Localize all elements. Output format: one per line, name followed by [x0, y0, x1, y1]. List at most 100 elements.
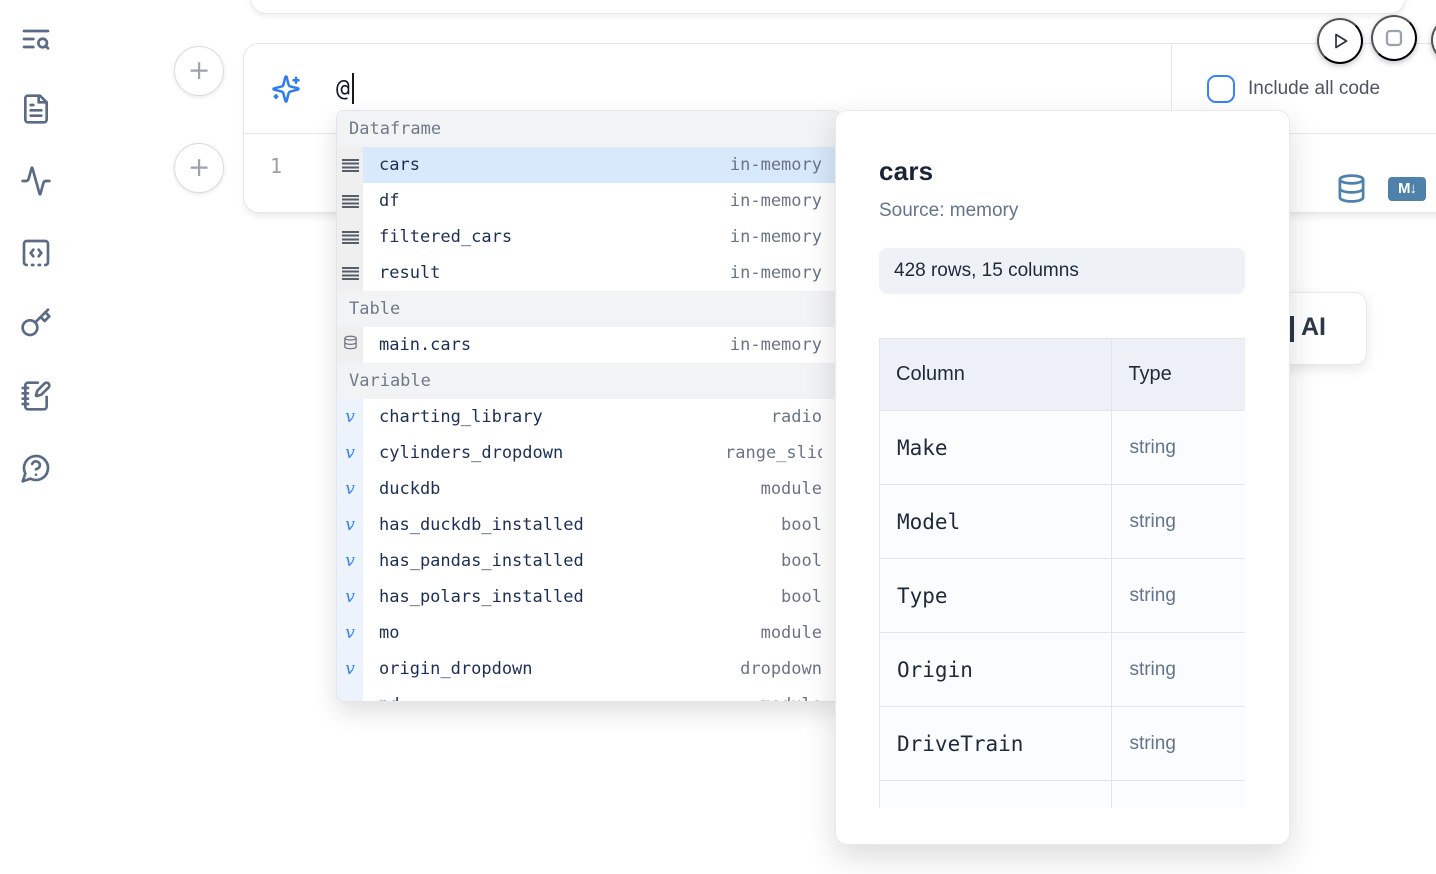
- preview-schema-table: ColumnTypeMakestringModelstringTypestrin…: [879, 338, 1245, 808]
- rows-icon: [342, 195, 359, 208]
- variable-icon: v: [345, 407, 355, 427]
- item-gutter: v: [337, 471, 363, 507]
- item-type: in-memory: [725, 335, 822, 355]
- ai-prompt-input[interactable]: @: [336, 73, 354, 104]
- autocomplete-item[interactable]: vduckdbmodule: [337, 471, 840, 507]
- text-caret: [352, 73, 354, 104]
- datasource-database-icon[interactable]: [1336, 170, 1367, 207]
- schema-row: Modelstring: [880, 485, 1246, 559]
- include-all-code-label: Include all code: [1248, 78, 1380, 100]
- variable-icon: v: [345, 587, 355, 607]
- table-database-icon: [343, 334, 358, 356]
- schema-row-clipped: [880, 781, 1246, 809]
- item-name: result: [379, 263, 440, 283]
- schema-column-name: Make: [880, 411, 1112, 485]
- item-gutter: v: [337, 687, 363, 702]
- schema-column-type: string: [1112, 411, 1245, 485]
- item-name: has_polars_installed: [379, 587, 584, 607]
- item-name: cars: [379, 155, 420, 175]
- item-gutter: v: [337, 615, 363, 651]
- toc-search-icon[interactable]: [20, 23, 52, 55]
- autocomplete-item[interactable]: resultin-memory: [337, 255, 840, 291]
- scratchpad-icon[interactable]: [20, 380, 52, 412]
- item-gutter: v: [337, 435, 363, 471]
- schema-column-name: Model: [880, 485, 1112, 559]
- item-gutter: v: [337, 399, 363, 435]
- preview-shape-badge: 428 rows, 15 columns: [879, 248, 1245, 294]
- item-gutter: v: [337, 507, 363, 543]
- item-type: bool: [725, 551, 822, 571]
- markdown-export-icon[interactable]: M↓: [1388, 177, 1426, 201]
- item-name: has_duckdb_installed: [379, 515, 584, 535]
- schema-column-name: DriveTrain: [880, 707, 1112, 781]
- snippets-code-icon[interactable]: [20, 237, 52, 269]
- autocomplete-item[interactable]: v has_polars_installed bool: [337, 579, 840, 615]
- sidebar: [0, 0, 70, 874]
- schema-row: Typestring: [880, 559, 1246, 633]
- variable-icon: v: [345, 479, 355, 499]
- item-type: module: [725, 695, 822, 702]
- variable-icon: v: [345, 659, 355, 679]
- autocomplete-section-header: Variable: [337, 363, 840, 399]
- autocomplete-item[interactable]: v origin_dropdown dropdown: [337, 651, 840, 687]
- variable-icon: v: [345, 443, 355, 463]
- item-gutter: [337, 255, 363, 291]
- autocomplete-dropdown: Dataframecarsin-memorydfin-memoryfiltere…: [336, 110, 841, 702]
- item-type: dropdown: [725, 659, 822, 679]
- item-type: radio: [725, 407, 822, 427]
- sparkles-icon: [271, 74, 301, 104]
- autocomplete-item[interactable]: cars in-memory: [337, 147, 840, 183]
- item-gutter: [337, 183, 363, 219]
- item-name: charting_library: [379, 407, 543, 427]
- item-type: module: [725, 623, 822, 643]
- item-name: origin_dropdown: [379, 659, 533, 679]
- secrets-key-icon[interactable]: [20, 307, 52, 339]
- item-gutter: [337, 219, 363, 255]
- autocomplete-item[interactable]: main.carsin-memory: [337, 327, 840, 363]
- item-type: in-memory: [725, 191, 822, 211]
- variable-icon: v: [345, 551, 355, 571]
- autocomplete-item[interactable]: df in-memory: [337, 183, 840, 219]
- autocomplete-item[interactable]: vhas_pandas_installedbool: [337, 543, 840, 579]
- item-name: pd: [379, 695, 399, 702]
- line-number: 1: [244, 134, 282, 213]
- dataframe-preview-card: cars Source: memory 428 rows, 15 columns…: [835, 110, 1290, 845]
- variable-icon: v: [345, 623, 355, 643]
- include-all-code-checkbox[interactable]: [1207, 75, 1235, 103]
- variable-icon: v: [345, 515, 355, 535]
- item-gutter: [337, 147, 363, 183]
- autocomplete-item[interactable]: vcylinders_dropdownrange_slider: [337, 435, 840, 471]
- schema-header-cell: Column: [880, 339, 1112, 411]
- schema-column-type: string: [1112, 633, 1245, 707]
- autocomplete-item[interactable]: v charting_library radio: [337, 399, 840, 435]
- add-cell-above-button[interactable]: +: [174, 46, 224, 96]
- help-icon[interactable]: [20, 452, 52, 484]
- autocomplete-item[interactable]: v has_duckdb_installed bool: [337, 507, 840, 543]
- add-cell-below-button[interactable]: +: [174, 143, 224, 193]
- preview-source: Source: memory: [879, 200, 1245, 222]
- autocomplete-item[interactable]: filtered_carsin-memory: [337, 219, 840, 255]
- item-gutter: [337, 327, 363, 363]
- item-gutter: v: [337, 651, 363, 687]
- run-cell-button[interactable]: [1317, 18, 1363, 64]
- previous-cell-edge: [250, 0, 1406, 14]
- schema-column-type: string: [1112, 707, 1245, 781]
- schema-header-cell: Type: [1112, 339, 1245, 411]
- autocomplete-section-header: Table: [337, 291, 840, 327]
- variable-icon: v: [345, 695, 355, 702]
- rows-icon: [342, 231, 359, 244]
- stop-button[interactable]: [1371, 15, 1417, 61]
- autocomplete-item[interactable]: v pd module: [337, 687, 840, 702]
- schema-column-type: string: [1112, 485, 1245, 559]
- autocomplete-item[interactable]: vmomodule: [337, 615, 840, 651]
- ai-card-label: AI: [1301, 313, 1326, 342]
- rows-icon: [342, 159, 359, 172]
- file-icon[interactable]: [20, 93, 52, 125]
- item-type: in-memory: [725, 227, 822, 247]
- item-type: bool: [725, 515, 822, 535]
- item-type: bool: [725, 587, 822, 607]
- item-type: in-memory: [725, 155, 822, 175]
- schema-row: DriveTrainstring: [880, 707, 1246, 781]
- activity-icon[interactable]: [20, 165, 52, 197]
- item-name: df: [379, 191, 399, 211]
